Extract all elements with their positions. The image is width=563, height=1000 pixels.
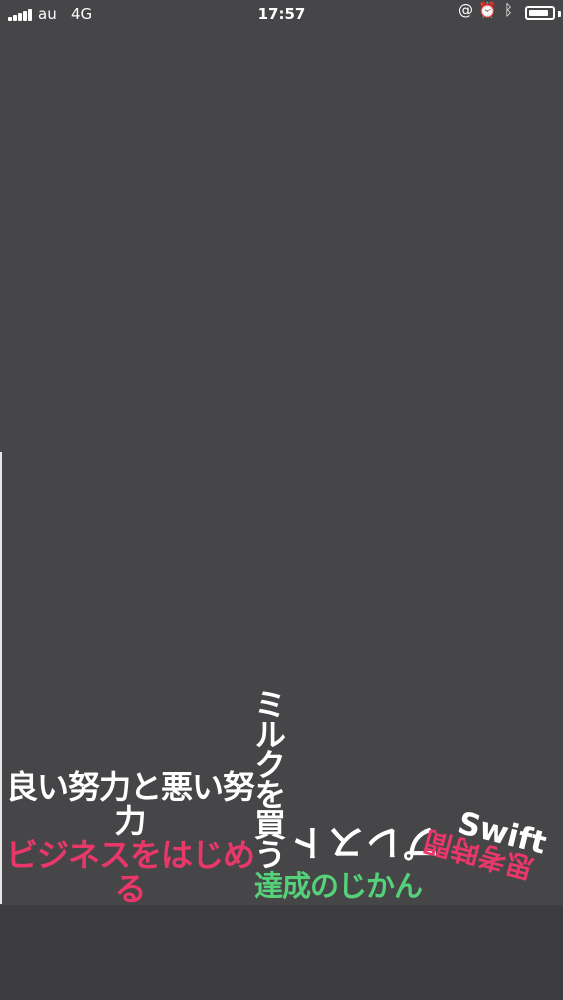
at-lock-icon: @ [458,1,473,19]
label-buy-milk[interactable]: ミルクを買う [249,688,287,868]
app-screen: au 4G 17:57 @ ⏰ ᛒ 良い努力と悪い努力 ビジネスをはじめる ミル… [0,0,563,1000]
label-presto[interactable]: プレスト [288,821,440,862]
label-business[interactable]: ビジネスをはじめる [6,838,255,906]
label-good-effort[interactable]: 良い努力と悪い努力 [6,770,255,838]
battery-cap [558,11,561,17]
bottom-area [0,905,563,1000]
battery-level [529,10,548,16]
bluetooth-icon: ᛒ [503,1,513,19]
status-bar: au 4G 17:57 @ ⏰ ᛒ [0,0,563,30]
left-edge-line [0,452,2,904]
alarm-icon: ⏰ [478,1,497,19]
label-achievement-time[interactable]: 達成のじかん [254,872,423,901]
battery-icon [525,6,555,20]
